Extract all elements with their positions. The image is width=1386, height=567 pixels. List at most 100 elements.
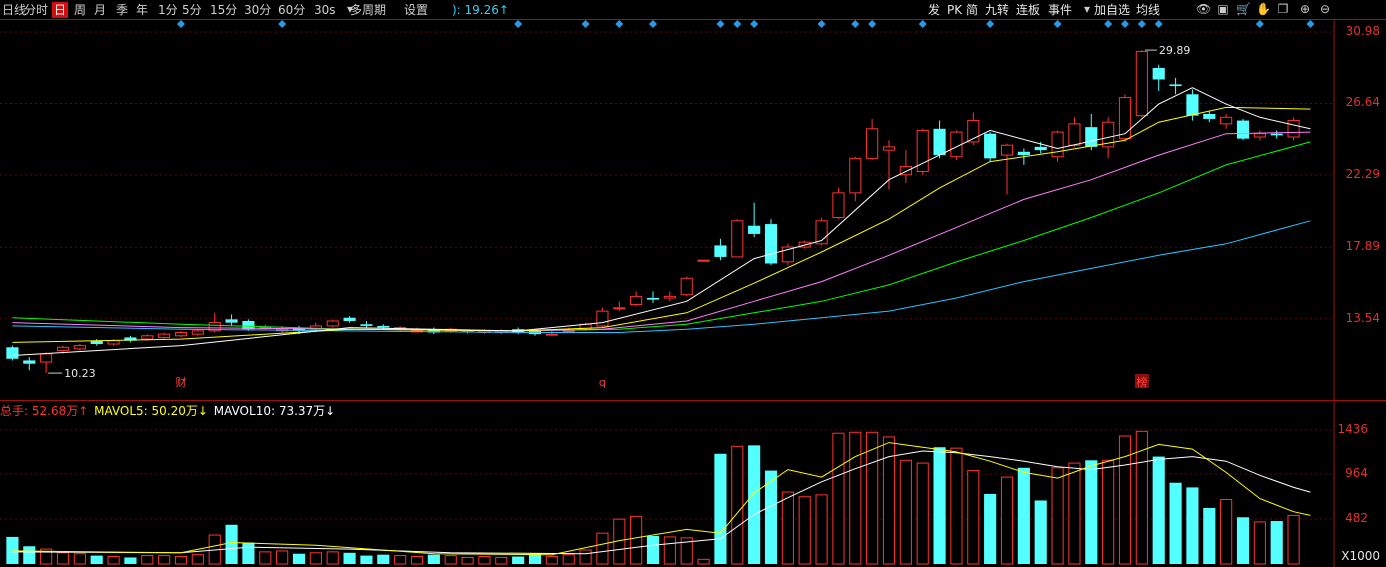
volume-bar[interactable] (748, 445, 761, 564)
candle-body[interactable] (1135, 51, 1148, 117)
volume-bar[interactable] (899, 459, 912, 565)
volume-bar[interactable] (1236, 517, 1250, 564)
candle-body[interactable] (174, 332, 188, 337)
info-marker[interactable] (177, 20, 185, 28)
volume-bar[interactable] (1051, 467, 1064, 565)
candle-body[interactable] (1118, 97, 1132, 140)
volume-bar[interactable] (461, 556, 474, 565)
candle-body[interactable] (714, 245, 727, 257)
candle-body[interactable] (1203, 114, 1216, 119)
volume-bar[interactable] (427, 554, 440, 564)
volume-bar[interactable] (225, 524, 238, 564)
volume-bar[interactable] (394, 555, 407, 565)
candle-body[interactable] (882, 146, 896, 151)
candle-body[interactable] (23, 360, 36, 364)
candle-body[interactable] (56, 346, 70, 352)
candle-body[interactable] (849, 157, 862, 194)
info-marker[interactable] (1154, 20, 1163, 28)
info-marker[interactable] (1306, 20, 1315, 28)
candle-body[interactable] (613, 307, 626, 310)
candle-body[interactable] (141, 335, 154, 340)
candle-body[interactable] (360, 324, 373, 326)
volume-bar[interactable] (158, 555, 171, 565)
volume-bar[interactable] (276, 550, 289, 565)
volume-bar[interactable] (56, 552, 70, 565)
candle-body[interactable] (73, 345, 86, 350)
candle-body[interactable] (697, 259, 710, 262)
volume-bar[interactable] (714, 453, 727, 564)
candle-body[interactable] (646, 298, 660, 300)
volume-bar[interactable] (1068, 462, 1081, 565)
volume-bar[interactable] (309, 552, 322, 565)
info-marker[interactable] (986, 20, 995, 28)
volume-bar[interactable] (1169, 482, 1182, 564)
volume-bar[interactable] (1135, 430, 1148, 565)
volume-bar[interactable] (646, 535, 660, 564)
candle-body[interactable] (1152, 68, 1165, 80)
candle-body[interactable] (866, 128, 879, 159)
volume-bar[interactable] (1102, 459, 1115, 565)
info-marker[interactable] (1121, 20, 1129, 28)
event-marker[interactable]: 财 (176, 375, 187, 389)
volume-bar[interactable] (1152, 456, 1165, 564)
volume-bar[interactable] (1186, 487, 1199, 564)
volume-bar[interactable] (73, 553, 86, 565)
volume-bar[interactable] (663, 536, 676, 565)
volume-bar[interactable] (360, 555, 373, 564)
info-marker[interactable] (1255, 20, 1264, 28)
volume-bar[interactable] (478, 556, 491, 565)
info-marker[interactable] (851, 20, 860, 28)
candle-body[interactable] (630, 295, 643, 306)
volume-bar[interactable] (1034, 500, 1047, 564)
volume-bar[interactable] (916, 462, 929, 565)
candle-body[interactable] (545, 333, 558, 336)
info-marker[interactable] (1137, 20, 1146, 28)
volume-bar[interactable] (781, 491, 794, 565)
info-marker[interactable] (1104, 20, 1113, 28)
candle-body[interactable] (1186, 94, 1199, 116)
volume-bar[interactable] (174, 556, 188, 565)
candle-body[interactable] (562, 330, 575, 333)
volume-bar[interactable] (124, 557, 137, 564)
volume-bar[interactable] (326, 551, 339, 565)
volume-bar[interactable] (984, 493, 997, 564)
volume-bar[interactable] (141, 555, 154, 565)
candle-body[interactable] (1068, 123, 1081, 146)
volume-bar[interactable] (579, 549, 592, 565)
candle-body[interactable] (225, 319, 238, 323)
candle-body[interactable] (1220, 116, 1233, 125)
volume-bar[interactable] (495, 556, 508, 565)
volume-bar[interactable] (1287, 514, 1300, 565)
stock-chart[interactable]: 29.89 10.23 财 q 榜 (0, 0, 1386, 567)
volume-bar[interactable] (950, 447, 963, 565)
candle-body[interactable] (933, 128, 946, 156)
volume-bar[interactable] (410, 556, 424, 565)
candle-body[interactable] (596, 310, 609, 327)
volume-bar[interactable] (1270, 521, 1283, 564)
info-marker[interactable] (514, 20, 523, 28)
candle-body[interactable] (6, 347, 19, 359)
volume-bar[interactable] (90, 555, 103, 564)
candle-body[interactable] (107, 340, 120, 345)
volume-bar[interactable] (107, 556, 120, 565)
candle-body[interactable] (731, 220, 744, 258)
volume-bar[interactable] (849, 431, 862, 565)
info-marker[interactable] (817, 20, 826, 28)
volume-bar[interactable] (528, 553, 542, 564)
volume-bar[interactable] (866, 431, 879, 565)
volume-bar[interactable] (512, 556, 525, 564)
volume-bar[interactable] (1220, 499, 1233, 565)
candle-body[interactable] (191, 330, 204, 335)
candle-body[interactable] (950, 131, 963, 158)
volume-bar[interactable] (444, 555, 457, 565)
volume-bar[interactable] (1000, 476, 1014, 565)
volume-bar[interactable] (377, 554, 390, 564)
volume-bar[interactable] (815, 494, 828, 565)
volume-bar[interactable] (292, 553, 306, 564)
volume-bar[interactable] (1203, 507, 1216, 564)
info-marker[interactable] (278, 20, 287, 28)
volume-bar[interactable] (1017, 467, 1030, 564)
candle-body[interactable] (326, 320, 339, 327)
candle-body[interactable] (984, 133, 997, 159)
volume-bar[interactable] (1253, 521, 1266, 565)
